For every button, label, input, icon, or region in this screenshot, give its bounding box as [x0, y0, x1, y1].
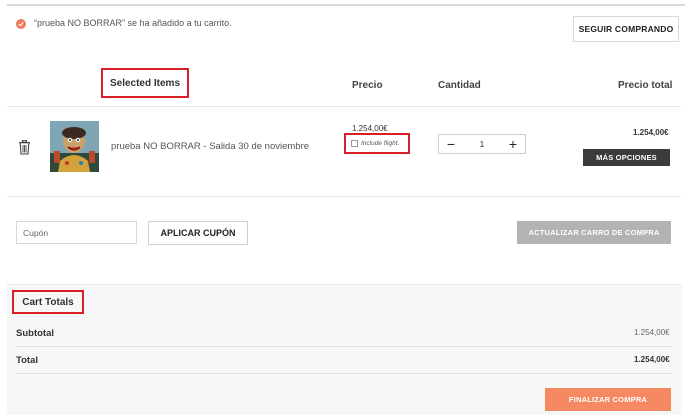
subtotal-label: Subtotal: [16, 328, 54, 339]
notice-message: “prueba NO BORRAR” se ha añadido a tu ca…: [34, 18, 232, 28]
cart-notice: “prueba NO BORRAR” se ha añadido a tu ca…: [7, 4, 685, 50]
row-divider: [7, 196, 681, 197]
continue-shopping-button[interactable]: SEGUIR COMPRANDO: [573, 16, 679, 42]
header-total-price: Precio total: [618, 80, 673, 91]
more-options-button[interactable]: MÁS OPCIONES: [583, 149, 670, 166]
subtotal-value: 1.254,00€: [634, 328, 670, 337]
header-quantity: Cantidad: [438, 80, 481, 91]
product-name-link[interactable]: prueba NO BORRAR - Salida 30 de noviembr…: [111, 141, 309, 152]
update-cart-button[interactable]: ACTUALIZAR CARRO DE COMPRA: [517, 221, 671, 244]
apply-coupon-button[interactable]: APLICAR CUPÓN: [148, 221, 248, 245]
totals-divider: [16, 346, 671, 347]
checkout-button[interactable]: FINALIZAR COMPRA: [545, 388, 671, 411]
item-price: 1.254,00€: [352, 124, 388, 133]
cart-page: “prueba NO BORRAR” se ha añadido a tu ca…: [0, 0, 690, 415]
check-circle-icon: [16, 19, 26, 29]
coupon-input[interactable]: Cupón: [16, 221, 137, 244]
totals-divider-bottom: [16, 373, 671, 374]
cart-totals-title: Cart Totals: [12, 290, 84, 314]
item-total-price: 1.254,00€: [633, 128, 669, 137]
quantity-decrement-button[interactable]: −: [439, 135, 463, 153]
quantity-increment-button[interactable]: +: [501, 135, 525, 153]
product-thumbnail[interactable]: [50, 121, 99, 172]
include-flight-label: Include flight.: [361, 140, 400, 147]
header-selected-items: Selected Items: [101, 68, 189, 98]
header-divider: [7, 106, 681, 107]
total-label: Total: [16, 355, 38, 366]
trash-icon[interactable]: [18, 139, 31, 160]
quantity-stepper: − 1 +: [438, 134, 526, 154]
quantity-input[interactable]: 1: [463, 140, 501, 149]
include-flight-checkbox[interactable]: [351, 140, 358, 147]
total-value: 1.254,00€: [634, 355, 670, 364]
header-price: Precio: [352, 80, 383, 91]
include-flight-option: Include flight.: [344, 133, 410, 154]
